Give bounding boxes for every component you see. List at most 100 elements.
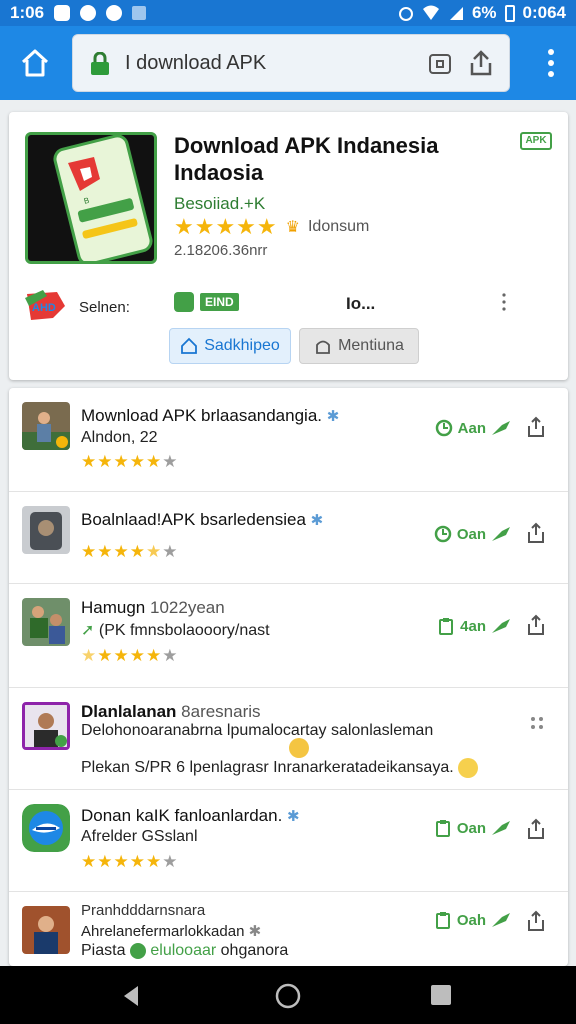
- list-item[interactable]: Boalnlaad!APK bsarledensiea ✱ ★★★★★★ Oan: [9, 492, 568, 584]
- list-thumbnail: [22, 804, 70, 852]
- arrow-icon: [492, 913, 510, 927]
- cart-icon: [316, 340, 330, 354]
- refresh-icon: [435, 419, 452, 437]
- developer-link[interactable]: Besoiiad.+K: [174, 194, 265, 214]
- lock-icon: [91, 52, 109, 75]
- brand-logo-icon: AHD: [25, 290, 65, 320]
- list-item-subtitle: Ahrelanefermarlokkadan ✱: [81, 923, 262, 940]
- share-icon[interactable]: [526, 818, 546, 840]
- share-icon[interactable]: [526, 416, 546, 438]
- rating-count: Idonsum: [307, 218, 370, 235]
- notification-icon: [54, 5, 71, 21]
- list-item[interactable]: Hamugn 1022yean ➚ (PK fmnsbolaooory/nast…: [9, 584, 568, 688]
- share-icon[interactable]: [526, 614, 546, 636]
- download-button[interactable]: Oan: [433, 524, 512, 544]
- arrow-icon: [492, 527, 510, 541]
- app-detail-card: B Download APK Indanesia Indaosia APK Be…: [9, 112, 568, 380]
- list-item-subtitle: Afrelder GSslanl: [81, 828, 198, 845]
- version-chip[interactable]: EIND: [174, 292, 239, 312]
- list-item-title: Hamugn 1022yean: [81, 598, 225, 617]
- back-icon[interactable]: [120, 984, 142, 1008]
- url-text: I download APK: [125, 52, 267, 74]
- grip-icon[interactable]: [530, 716, 544, 730]
- svg-text:AHD: AHD: [32, 302, 56, 314]
- clipboard-icon: [435, 820, 450, 837]
- address-bar[interactable]: I download APK: [72, 34, 510, 92]
- share-icon[interactable]: [526, 910, 546, 932]
- list-item-subtitle: Alndon, 22: [81, 429, 158, 446]
- list-item-title: Mownload APK brlaasandangia. ✱: [81, 406, 340, 425]
- tag-icon: ➚: [81, 622, 95, 639]
- verified-icon: ✱: [310, 512, 324, 529]
- list-thumbnail: [22, 906, 70, 954]
- list-item-rating: ★★★★★★: [81, 542, 179, 561]
- download-button[interactable]: 4an: [436, 616, 512, 636]
- app-notification-icon: [80, 5, 97, 21]
- status-time: 1:06: [10, 3, 45, 22]
- list-item-line: Plekan S/PR 6 lpenlagrasr Inranarkeratad…: [81, 758, 479, 778]
- green-check-icon: [129, 942, 146, 959]
- apk-list: Mownload APK brlaasandangia. ✱ Alndon, 2…: [9, 388, 568, 966]
- list-item-line: Delohonoaranabrna lpumalocartay salonlas…: [81, 722, 434, 739]
- install-button[interactable]: Sadkhipeo: [169, 328, 291, 364]
- mention-button-label: Mentiuna: [338, 337, 404, 354]
- chip-tag: EIND: [200, 293, 239, 311]
- more-options-icon[interactable]: [500, 292, 508, 312]
- arrow-icon: [492, 821, 510, 835]
- mention-button[interactable]: Mentiuna: [299, 328, 419, 364]
- refresh-icon: [434, 525, 452, 543]
- status-clock: 0:064: [522, 3, 566, 22]
- arrow-icon: [492, 619, 510, 633]
- list-item-line: Piasta elulooaar ohganora: [81, 942, 289, 959]
- list-thumbnail: [22, 598, 70, 646]
- emoji-icon: [289, 738, 309, 758]
- list-item-title: Donan kaIK fanloanlardan. ✱: [81, 806, 300, 825]
- list-thumbnail: [22, 402, 70, 450]
- status-bar: 1:06 6% 0:064: [0, 0, 576, 26]
- list-item[interactable]: Donan kaIK fanloanlardan. ✱ Afrelder GSs…: [9, 790, 568, 892]
- clipboard-icon: [439, 618, 454, 635]
- smile-emoji-icon: [458, 758, 479, 778]
- signal-icon: [449, 7, 463, 20]
- overflow-menu-icon[interactable]: [546, 48, 556, 78]
- app-logo: B: [25, 132, 157, 264]
- list-thumbnail: [22, 702, 70, 750]
- home-icon[interactable]: [18, 46, 52, 80]
- image-notification-icon: [132, 6, 147, 20]
- download-button[interactable]: Oan: [433, 818, 512, 838]
- download-button[interactable]: Aan: [434, 418, 512, 438]
- list-item[interactable]: Pranhdddarnsnara Ahrelanefermarlokkadan …: [9, 892, 568, 966]
- tabs-icon[interactable]: [427, 51, 453, 77]
- share-icon[interactable]: [467, 49, 495, 77]
- wifi-icon: [422, 5, 439, 20]
- rating-stars: ★★★★★: [174, 214, 278, 239]
- list-thumbnail: [22, 506, 70, 554]
- verified-icon: ✱: [287, 808, 300, 825]
- battery-icon: [504, 5, 515, 22]
- download-button[interactable]: Oah: [433, 910, 512, 930]
- alarm-icon: [398, 7, 413, 21]
- list-item-title: Pranhdddarnsnara: [81, 902, 206, 919]
- list-item-subtitle: ➚ (PK fmnsbolaooory/nast: [81, 622, 270, 639]
- house-icon: [181, 337, 198, 354]
- install-button-label: Sadkhipeo: [204, 337, 280, 354]
- battery-percent: 6%: [471, 3, 497, 22]
- sync-notification-icon: [106, 5, 123, 21]
- list-item-title: Boalnlaad!APK bsarledensiea ✱: [81, 510, 324, 529]
- arrow-icon: [492, 421, 510, 435]
- recents-icon[interactable]: [430, 984, 452, 1006]
- share-icon[interactable]: [526, 522, 546, 544]
- list-item[interactable]: Mownload APK brlaasandangia. ✱ Alndon, 2…: [9, 388, 568, 492]
- version-text: Io...: [346, 294, 376, 313]
- apk-badge: APK: [520, 132, 552, 150]
- rating-row: ★★★★★ ♛ Idonsum: [174, 214, 369, 240]
- list-item-rating: ★★★★★★: [81, 452, 179, 471]
- system-nav-bar: [0, 966, 576, 1024]
- list-item-rating: ★★★★★★: [81, 646, 179, 665]
- list-item-rating: ★★★★★★: [81, 852, 179, 871]
- home-nav-icon[interactable]: [275, 983, 301, 1009]
- clipboard-icon: [435, 912, 450, 929]
- list-item[interactable]: Dlanlalanan 8aresnaris Delohonoaranabrna…: [9, 688, 568, 790]
- app-title: Download APK Indanesia Indaosia: [174, 133, 439, 185]
- list-item-title: Dlanlalanan 8aresnaris: [81, 702, 261, 721]
